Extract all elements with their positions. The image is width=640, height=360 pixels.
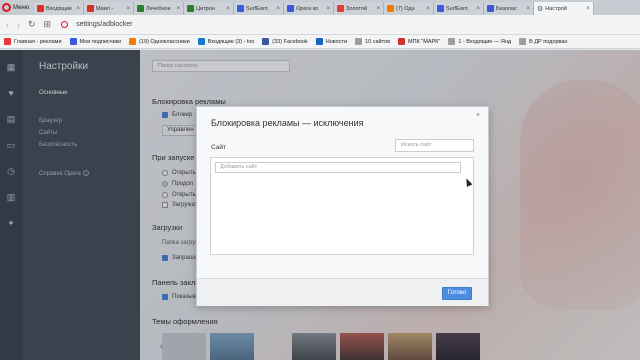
tab[interactable]: Безопас ×: [484, 2, 534, 15]
close-icon[interactable]: ×: [376, 6, 380, 12]
tab[interactable]: Лечебное ×: [134, 2, 184, 15]
bookmark-label: Мои подписчики: [79, 38, 122, 45]
bookmark-favicon-icon: [315, 38, 323, 45]
bookmark-item[interactable]: Мои подписчики: [69, 38, 122, 45]
tab-title: Opera ко: [296, 5, 319, 12]
ok-favicon-icon: [387, 5, 394, 12]
done-button[interactable]: Готово: [442, 287, 472, 300]
bookmarks-bar: Главная - реклами Мои подписчики (19) Од…: [0, 35, 640, 49]
bookmark-item[interactable]: В ДР подорван: [519, 38, 567, 45]
bookmark-item[interactable]: 10 сайтов: [355, 38, 390, 45]
close-icon[interactable]: ×: [426, 6, 430, 12]
tab-title: Лечебное: [146, 5, 171, 12]
tab[interactable]: Цитрон ×: [184, 2, 234, 15]
mail-favicon-icon: [87, 5, 94, 12]
adblock-exceptions-dialog: Блокировка рекламы — исключения × Сайт И…: [196, 106, 489, 306]
tab[interactable]: Входящие ×: [34, 2, 84, 15]
tab-title: Безопас: [496, 5, 517, 12]
close-icon[interactable]: ×: [586, 6, 590, 12]
bookmark-favicon-icon: [69, 38, 77, 45]
bookmark-label: Новости: [325, 38, 348, 45]
bookmark-favicon-icon: [398, 38, 406, 45]
bookmark-favicon-icon: [448, 38, 456, 45]
site-favicon-icon: [287, 5, 294, 12]
facebook-icon: [262, 38, 270, 45]
tab-strip: Меню Входящие × Маил - × Лечебное × Цитрон ×…: [0, 0, 640, 15]
bookmark-label: В ДР подорван: [529, 38, 568, 45]
dialog-title: Блокировка рекламы — исключения: [211, 118, 364, 128]
tab-title: Золотой: [346, 5, 368, 12]
tab-title: SurfEarn: [246, 5, 268, 12]
tab[interactable]: SurfEarn ×: [234, 2, 284, 15]
url-field[interactable]: settings/adblocker: [76, 21, 132, 28]
find-site-input[interactable]: Искать сайт: [395, 139, 474, 152]
bookmark-label: (19) Одноклассники: [139, 38, 190, 45]
add-site-input[interactable]: Добавить сайт: [215, 162, 461, 173]
close-icon[interactable]: ×: [226, 6, 230, 12]
site-column-label: Сайт: [211, 144, 226, 151]
tab-title: Цитрон: [196, 5, 215, 12]
bookmark-favicon-icon: [519, 38, 527, 45]
close-icon[interactable]: ×: [176, 6, 180, 12]
bookmark-favicon-icon: [4, 38, 11, 45]
bookmark-item[interactable]: Входящие (3) - tvo: [197, 38, 255, 45]
site-favicon-icon: [437, 5, 444, 12]
menu-label: Меню: [13, 4, 30, 11]
forward-arrow-icon[interactable]: ›: [17, 20, 20, 30]
bookmark-item[interactable]: МПК "МАРК": [398, 38, 440, 45]
site-favicon-icon: [137, 5, 144, 12]
close-icon[interactable]: ×: [476, 6, 480, 12]
tab-settings[interactable]: ⚙ Настрой ×: [534, 2, 594, 15]
tab-title: Входящие: [46, 5, 73, 12]
opera-menu-button[interactable]: Меню: [0, 0, 34, 15]
opera-logo-icon: [2, 3, 11, 12]
bookmark-label: Главная - реклами: [14, 38, 62, 45]
site-favicon-icon: [187, 5, 194, 12]
dialog-footer: Готово: [197, 278, 488, 306]
tab-title: (7) Одн: [396, 5, 415, 12]
bookmark-favicon-icon: [129, 38, 137, 45]
tab[interactable]: Opera ко ×: [284, 2, 334, 15]
bookmark-label: (33) Facebook: [272, 38, 308, 45]
bookmark-favicon-icon: [355, 38, 363, 45]
bookmark-item[interactable]: Главная - реклами: [4, 38, 62, 45]
bookmark-label: 1 - Входящие — Янд: [458, 38, 512, 45]
opera-url-icon: [61, 21, 69, 28]
close-icon[interactable]: ×: [76, 6, 80, 12]
bookmark-label: Входящие (3) - tvo: [207, 38, 255, 45]
address-bar: ‹ › ↻ ⊞ settings/adblocker: [0, 15, 640, 35]
tab-title: Маил -: [96, 5, 114, 12]
tab-title: Настрой: [545, 5, 567, 12]
close-icon[interactable]: ×: [526, 6, 530, 12]
close-icon[interactable]: ×: [476, 112, 480, 119]
bookmark-favicon-icon: [197, 38, 205, 45]
bookmark-item[interactable]: (33) Facebook: [262, 38, 308, 45]
tab[interactable]: (7) Одн ×: [384, 2, 434, 15]
gear-icon: ⚙: [537, 5, 544, 13]
exceptions-list: Добавить сайт: [210, 157, 474, 255]
bookmark-item[interactable]: Новости: [315, 38, 348, 45]
bookmark-item[interactable]: (19) Одноклассники: [129, 38, 190, 45]
bookmark-item[interactable]: 1 - Входящие — Янд: [448, 38, 511, 45]
tab[interactable]: Маил - ×: [84, 2, 134, 15]
mail-favicon-icon: [37, 5, 44, 12]
bookmark-label: МПК "МАРК": [408, 38, 441, 45]
close-icon[interactable]: ×: [276, 6, 280, 12]
youtube-favicon-icon: [337, 5, 344, 12]
close-icon[interactable]: ×: [126, 6, 130, 12]
reload-icon[interactable]: ↻: [28, 19, 36, 30]
close-icon[interactable]: ×: [326, 6, 330, 12]
tab[interactable]: SurfEarn ×: [434, 2, 484, 15]
back-arrow-icon[interactable]: ‹: [6, 20, 9, 30]
tab[interactable]: Золотой ×: [334, 2, 384, 15]
site-favicon-icon: [487, 5, 494, 12]
site-favicon-icon: [237, 5, 244, 12]
speed-dial-grid-icon[interactable]: ⊞: [44, 19, 52, 30]
bookmark-label: 10 сайтов: [365, 38, 391, 45]
tab-title: SurfEarn: [446, 5, 468, 12]
